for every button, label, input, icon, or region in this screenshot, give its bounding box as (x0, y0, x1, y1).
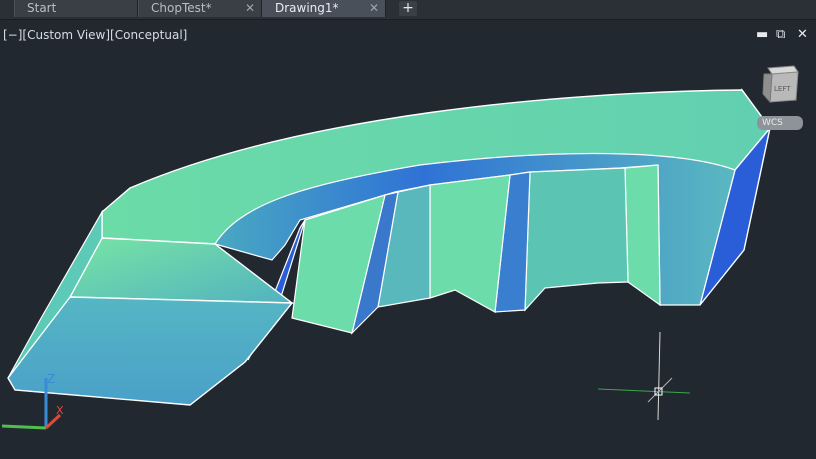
model-viewport[interactable]: Z X (0, 0, 816, 459)
model-face (524, 167, 629, 312)
ucs-x-label: X (56, 404, 64, 417)
viewcube[interactable]: LEFT (762, 64, 800, 104)
wcs-menu-button[interactable]: WCS (757, 116, 803, 130)
model-face (624, 164, 661, 307)
viewcube-face-label: LEFT (774, 85, 791, 93)
wcs-label: WCS (762, 118, 783, 128)
ucs-z-label: Z (47, 372, 55, 386)
crosshair-cursor (597, 331, 691, 421)
